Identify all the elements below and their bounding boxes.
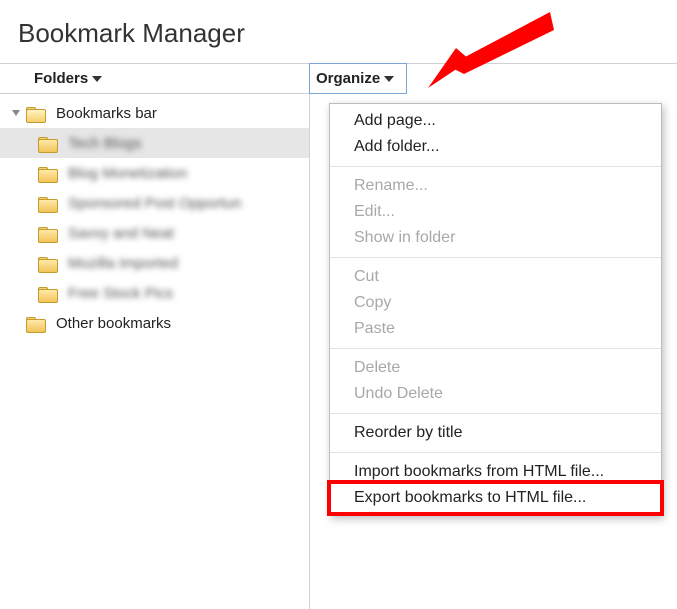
folder-icon [26, 105, 46, 121]
folder-label: Tech Blogs [68, 135, 141, 152]
menu-item: Show in folder [330, 225, 661, 251]
menu-item: Copy [330, 290, 661, 316]
menu-item: Undo Delete [330, 381, 661, 407]
folder-item[interactable]: Sponsored Post Opportun [0, 188, 309, 218]
folders-header[interactable]: Folders [0, 64, 309, 94]
folder-label: Bookmarks bar [56, 105, 157, 122]
menu-item[interactable]: Export bookmarks to HTML file... [330, 485, 661, 511]
folder-tree: Bookmarks bar Tech Blogs Blog Monetization… [0, 94, 309, 342]
organize-menu: Add page...Add folder... Rename...Edit...… [329, 103, 662, 516]
menu-item[interactable]: Reorder by title [330, 420, 661, 446]
folder-icon [38, 285, 58, 301]
menu-item: Paste [330, 316, 661, 342]
folder-label: Savvy and Neat [68, 225, 174, 242]
folder-icon [38, 165, 58, 181]
folder-item[interactable]: Bookmarks bar [0, 98, 309, 128]
menu-separator [330, 452, 661, 453]
folder-item[interactable]: Free Stock Pics [0, 278, 309, 308]
folder-icon [38, 255, 58, 271]
menu-item: Cut [330, 264, 661, 290]
chevron-down-icon [384, 76, 394, 82]
folder-label: Free Stock Pics [68, 285, 173, 302]
folder-label: Sponsored Post Opportun [68, 195, 241, 212]
chevron-down-icon [92, 76, 102, 82]
menu-item[interactable]: Import bookmarks from HTML file... [330, 459, 661, 485]
folders-header-label: Folders [34, 70, 88, 87]
menu-item: Rename... [330, 173, 661, 199]
menu-separator [330, 257, 661, 258]
menu-separator [330, 413, 661, 414]
folder-label: Other bookmarks [56, 315, 171, 332]
organize-button[interactable]: Organize [309, 63, 407, 94]
menu-item[interactable]: Add folder... [330, 134, 661, 160]
page-title: Bookmark Manager [0, 0, 677, 63]
organize-label: Organize [316, 70, 380, 87]
folders-sidebar: Folders Bookmarks bar Tech Blogs Blog Mone… [0, 64, 310, 609]
expander-icon[interactable] [12, 110, 20, 116]
folder-label: Blog Monetization [68, 165, 187, 182]
folder-icon [38, 135, 58, 151]
menu-item: Edit... [330, 199, 661, 225]
folder-item[interactable]: Other bookmarks [0, 308, 309, 338]
folder-icon [26, 315, 46, 331]
menu-item: Delete [330, 355, 661, 381]
folder-item[interactable]: Tech Blogs [0, 128, 309, 158]
folder-item[interactable]: Blog Monetization [0, 158, 309, 188]
folder-item[interactable]: Savvy and Neat [0, 218, 309, 248]
annotation-arrow [420, 10, 560, 100]
menu-item[interactable]: Add page... [330, 108, 661, 134]
folder-icon [38, 195, 58, 211]
folder-icon [38, 225, 58, 241]
folder-item[interactable]: Mozilla Imported [0, 248, 309, 278]
menu-separator [330, 166, 661, 167]
menu-separator [330, 348, 661, 349]
folder-label: Mozilla Imported [68, 255, 178, 272]
